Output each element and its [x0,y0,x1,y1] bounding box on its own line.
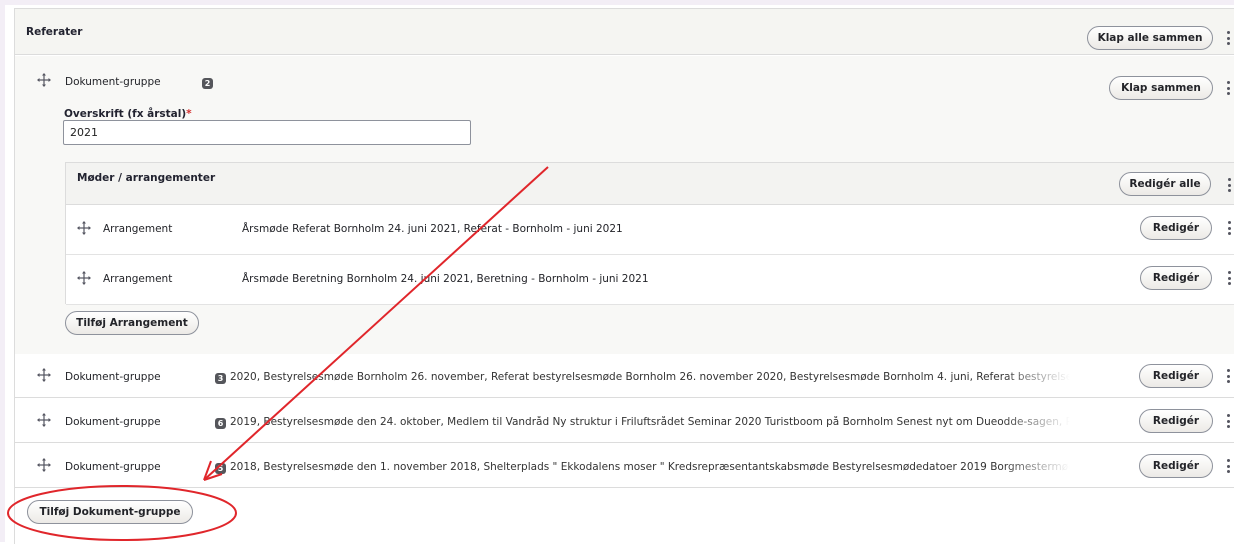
events-header: Møder / arrangementer Redigér alle [66,163,1234,205]
group-count-badge: 5 [215,463,226,474]
event-more-icon[interactable] [1225,218,1233,238]
edit-button[interactable]: Redigér [1139,454,1213,478]
group-type-label: Dokument-gruppe [65,416,161,428]
events-title: Møder / arrangementer [77,172,216,184]
edit-button[interactable]: Redigér [1140,266,1212,290]
left-border [0,0,5,542]
group-type-label: Dokument-gruppe [65,76,161,88]
group-type-label: Dokument-gruppe [65,371,161,383]
referater-header: Referater Klap alle sammen [15,9,1234,55]
section-title: Referater [26,26,83,38]
document-group-row: Dokument-gruppe 3 2020, Bestyrelsesmøde B… [15,354,1234,398]
add-document-group-button[interactable]: Tilføj Dokument-gruppe [27,500,193,524]
event-row: Arrangement Årsmøde Beretning Bornholm 2… [66,256,1234,305]
top-border [0,0,1234,5]
drag-handle-icon[interactable] [77,271,91,285]
event-more-icon[interactable] [1225,268,1233,288]
group-summary-text: 2018, Bestyrelsesmøde den 1. november 20… [230,461,1070,473]
edit-all-button[interactable]: Redigér alle [1119,172,1211,196]
group-summary: 5 2018, Bestyrelsesmøde den 1. november 2… [215,461,1070,477]
drag-handle-icon[interactable] [37,368,51,382]
events-panel: Møder / arrangementer Redigér alle Arran… [65,162,1234,305]
group-type-label: Dokument-gruppe [65,461,161,473]
event-type-label: Arrangement [103,273,173,285]
group-summary-text: 2019, Bestyrelsesmøde den 24. oktober, M… [230,416,1070,428]
add-event-button[interactable]: Tilføj Arrangement [65,311,199,335]
group-summary: 6 2019, Bestyrelsesmøde den 24. oktober, … [215,416,1070,432]
drag-handle-icon[interactable] [37,73,51,87]
group-summary-text: 2020, Bestyrelsesmøde Bornholm 26. novem… [230,371,1070,383]
document-group-row: Dokument-gruppe 5 2018, Bestyrelsesmøde d… [15,444,1234,488]
heading-input[interactable] [63,120,471,145]
document-group-row: Dokument-gruppe 6 2019, Bestyrelsesmøde d… [15,399,1234,443]
event-summary: Årsmøde Referat Bornholm 24. juni 2021, … [242,223,623,235]
referater-panel: Referater Klap alle sammen Dokument-grup… [14,8,1234,544]
group-more-icon[interactable] [1224,411,1232,431]
edit-button[interactable]: Redigér [1140,216,1212,240]
heading-field-label: Overskrift (fx årstal)* [64,108,192,120]
events-more-icon[interactable] [1225,175,1233,195]
drag-handle-icon[interactable] [37,413,51,427]
group-more-icon[interactable] [1224,366,1232,386]
edit-button[interactable]: Redigér [1139,409,1213,433]
group-count-badge: 2 [202,78,213,89]
event-row: Arrangement Årsmøde Referat Bornholm 24.… [66,206,1234,255]
drag-handle-icon[interactable] [77,221,91,235]
edit-button[interactable]: Redigér [1139,364,1213,388]
group-more-icon[interactable] [1224,456,1232,476]
group-more-icon[interactable] [1224,78,1232,98]
event-type-label: Arrangement [103,223,173,235]
group-summary: 3 2020, Bestyrelsesmøde Bornholm 26. nove… [215,371,1070,387]
event-summary: Årsmøde Beretning Bornholm 24. juni 2021… [242,273,649,285]
group-count-badge: 3 [215,373,226,384]
drag-handle-icon[interactable] [37,458,51,472]
collapse-all-button[interactable]: Klap alle sammen [1087,26,1213,50]
group-count-badge: 6 [215,418,226,429]
section-more-icon[interactable] [1224,28,1232,48]
collapse-button[interactable]: Klap sammen [1109,76,1213,100]
